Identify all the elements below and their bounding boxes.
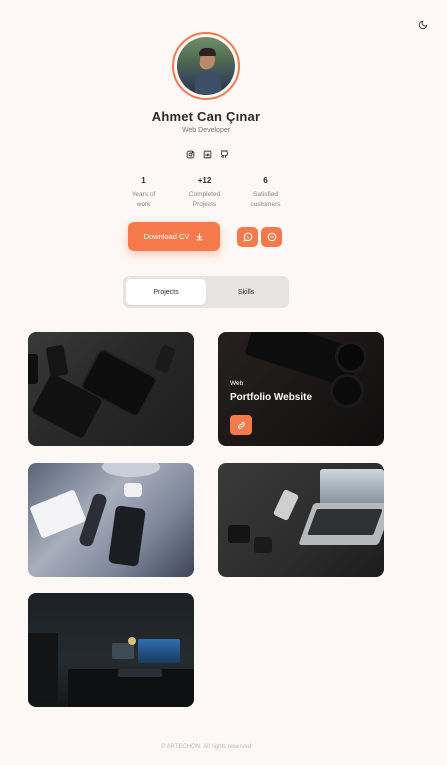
tabs: Projects Skills (123, 276, 289, 308)
avatar-photo (177, 37, 235, 95)
github-icon[interactable] (219, 149, 229, 159)
stat-label-line1: Years of (131, 191, 156, 198)
stat-label-line2: customers (250, 201, 281, 208)
stat-label-line2: Projects (192, 201, 217, 208)
footer-copyright: © ARTECHON. All rights reserved (160, 744, 252, 750)
whatsapp-button[interactable] (237, 227, 258, 247)
project-card[interactable] (28, 593, 194, 707)
link-icon[interactable] (230, 415, 252, 435)
project-card[interactable]: Web Portfolio Website (218, 332, 384, 446)
stats: 1 Years of work +12 Completed Projects 6… (113, 176, 296, 210)
tab-projects[interactable]: Projects (126, 279, 206, 305)
stat-value: 1 (141, 176, 146, 185)
moon-icon[interactable] (415, 17, 431, 33)
stat-customers: 6 Satisfied customers (235, 176, 296, 210)
stat-label-line1: Satisfied (253, 191, 278, 198)
social-links (185, 149, 229, 159)
project-card[interactable] (28, 332, 194, 446)
stat-value: 6 (263, 176, 268, 185)
project-category: Web (230, 380, 244, 387)
stat-label-line1: Completed (188, 191, 221, 198)
instagram-icon[interactable] (185, 149, 195, 159)
project-title: Portfolio Website (230, 392, 313, 403)
profile-name: Ahmet Can Çınar (151, 109, 261, 124)
tab-skills[interactable]: Skills (206, 279, 286, 305)
project-card[interactable] (28, 463, 194, 577)
download-icon (196, 233, 203, 241)
avatar (172, 32, 240, 100)
linkedin-icon[interactable] (202, 149, 212, 159)
project-card[interactable] (218, 463, 384, 577)
whatsapp-icon (242, 232, 252, 242)
stat-value: +12 (197, 176, 212, 185)
message-button[interactable] (261, 227, 282, 247)
download-cv-label: Download CV (143, 232, 190, 241)
profile-role: Web Developer (181, 127, 231, 134)
stat-label-line2: work (136, 201, 151, 208)
chat-icon (267, 232, 276, 242)
download-cv-button[interactable]: Download CV (128, 222, 220, 251)
stat-years: 1 Years of work (113, 176, 174, 210)
stat-projects: +12 Completed Projects (174, 176, 235, 210)
